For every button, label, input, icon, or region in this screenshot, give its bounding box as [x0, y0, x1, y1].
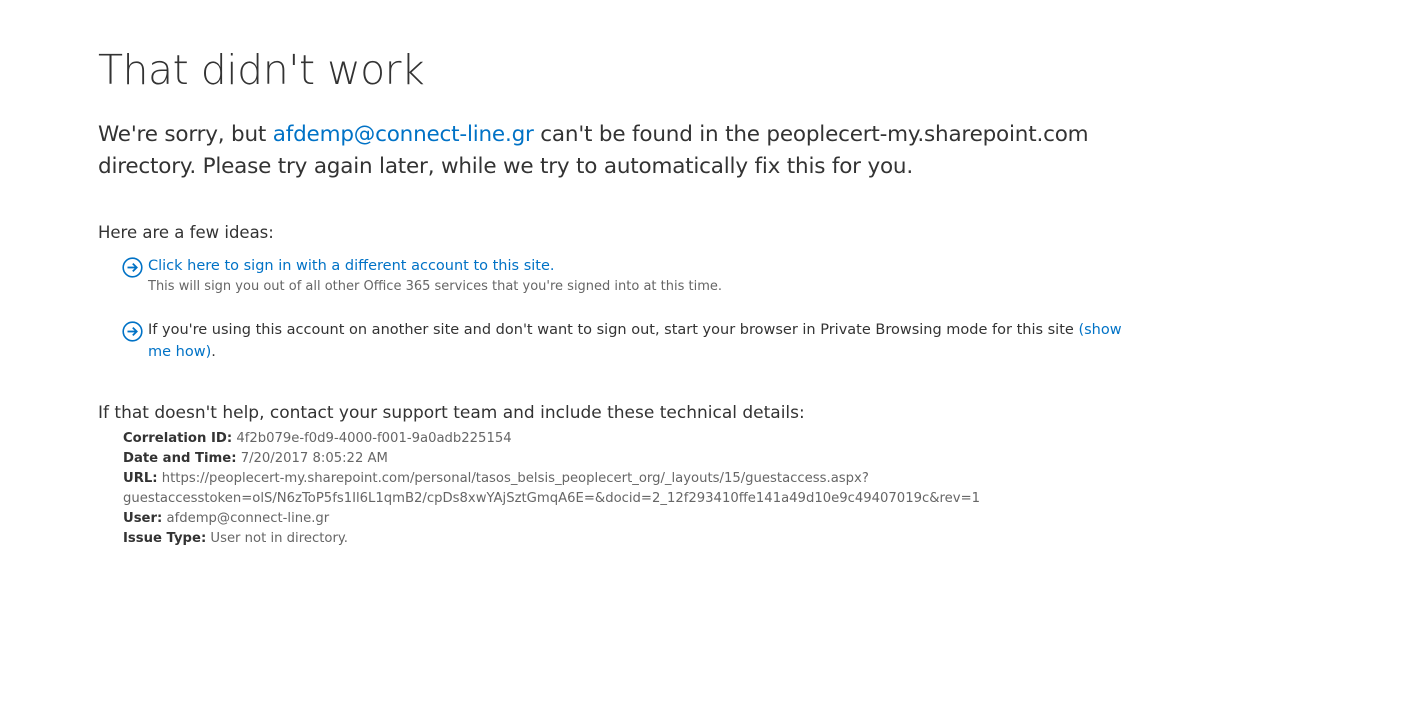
url-row-continued: guestaccesstoken=olS/N6zToP5fs1Il6L1qmB2…	[123, 489, 1158, 509]
error-content: That didn't work We're sorry, but afdemp…	[98, 42, 1158, 549]
error-page: That didn't work We're sorry, but afdemp…	[0, 0, 1415, 715]
user-label: User:	[123, 511, 163, 526]
date-time-value: 7/20/2017 8:05:22 AM	[240, 451, 388, 466]
user-value: afdemp@connect-line.gr	[166, 511, 330, 526]
correlation-id-label: Correlation ID:	[123, 431, 233, 446]
account-link[interactable]: afdemp@connect-line.gr	[273, 122, 534, 147]
sign-out-note: This will sign you out of all other Offi…	[148, 279, 723, 294]
url-value-line1: https://peoplecert-my.sharepoint.com/per…	[161, 471, 869, 486]
issue-type-row: Issue Type: User not in directory.	[123, 529, 1158, 549]
user-row: User: afdemp@connect-line.gr	[123, 509, 1158, 529]
sign-in-different-account-link[interactable]: Click here to sign in with a different a…	[148, 258, 555, 274]
private-browsing-text: If you're using this account on another …	[148, 319, 1138, 363]
idea-private-browsing: If you're using this account on another …	[122, 319, 1138, 363]
correlation-id-value: 4f2b079e-f0d9-4000-f001-9a0adb225154	[236, 431, 512, 446]
url-value-line2: guestaccesstoken=olS/N6zToP5fs1Il6L1qmB2…	[123, 491, 981, 506]
private-browsing-description: If you're using this account on another …	[148, 322, 1079, 338]
page-title: That didn't work	[98, 46, 425, 94]
technical-details: Correlation ID: 4f2b079e-f0d9-4000-f001-…	[123, 429, 1158, 549]
issue-type-label: Issue Type:	[123, 531, 207, 546]
issue-type-value: User not in directory.	[210, 531, 348, 546]
circle-arrow-right-icon	[122, 321, 143, 342]
date-time-row: Date and Time: 7/20/2017 8:05:22 AM	[123, 449, 1158, 469]
ideas-heading: Here are a few ideas:	[98, 223, 274, 242]
url-row: URL: https://peoplecert-my.sharepoint.co…	[123, 469, 1158, 489]
url-label: URL:	[123, 471, 158, 486]
correlation-id-row: Correlation ID: 4f2b079e-f0d9-4000-f001-…	[123, 429, 1158, 449]
idea-sign-in-different-account: Click here to sign in with a different a…	[122, 255, 1158, 297]
message-prefix: We're sorry, but	[98, 122, 273, 147]
date-time-label: Date and Time:	[123, 451, 237, 466]
error-message: We're sorry, but afdemp@connect-line.gr …	[98, 119, 1158, 183]
private-browsing-period: .	[211, 344, 216, 360]
help-heading: If that doesn't help, contact your suppo…	[98, 403, 805, 423]
circle-arrow-right-icon[interactable]	[122, 257, 143, 278]
